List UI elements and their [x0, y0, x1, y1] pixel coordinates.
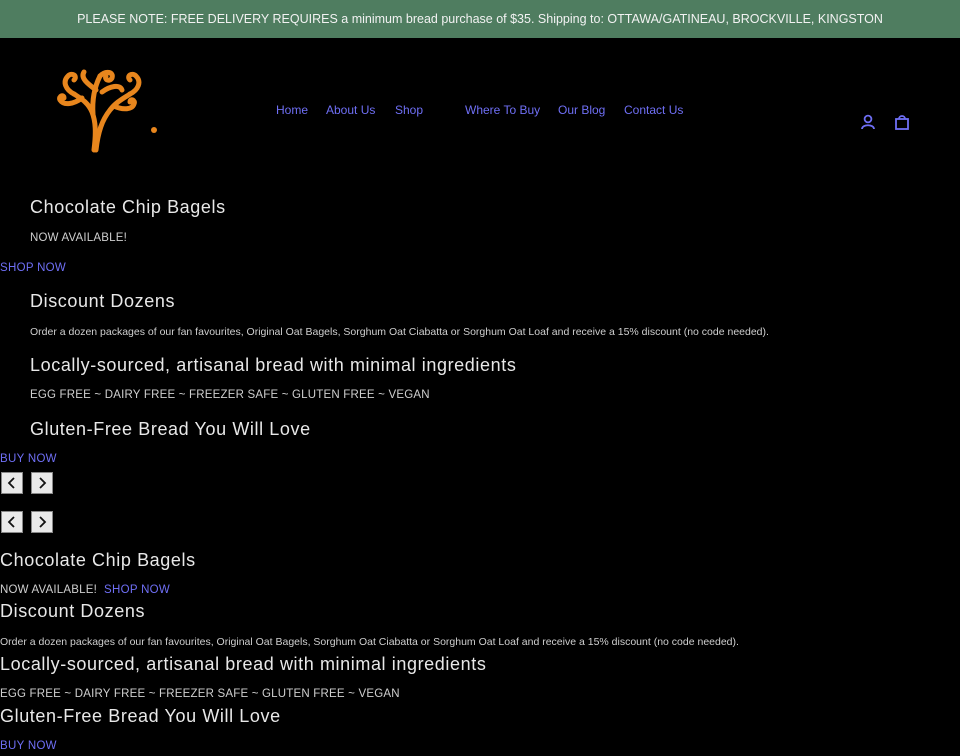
buy-now-button[interactable]: BUY NOW [0, 453, 57, 465]
next-slide-button[interactable] [31, 511, 53, 533]
nav-our-blog[interactable]: Our Blog [558, 103, 605, 117]
slide-subtext: NOW AVAILABLE! [30, 232, 127, 244]
slide-heading: Locally-sourced, artisanal bread with mi… [0, 654, 487, 674]
account-button[interactable] [859, 113, 877, 131]
shop-now-button[interactable]: SHOP NOW [0, 262, 66, 274]
slide-heading: Chocolate Chip Bagels [0, 550, 196, 570]
chevron-right-icon [39, 516, 47, 528]
nav-home[interactable]: Home [276, 103, 308, 117]
slide-subtext: Order a dozen packages of our fan favour… [0, 636, 739, 648]
site-logo[interactable] [52, 64, 164, 154]
announcement-bar: PLEASE NOTE: FREE DELIVERY REQUIRES a mi… [0, 0, 960, 38]
slide-heading: Gluten-Free Bread You Will Love [0, 706, 281, 726]
buy-now-button[interactable]: BUY NOW [0, 740, 57, 752]
chevron-left-icon [7, 477, 15, 489]
cart-button[interactable] [893, 113, 911, 131]
tree-logo [57, 69, 157, 153]
prev-slide-button[interactable] [1, 511, 23, 533]
slide-heading: Chocolate Chip Bagels [30, 197, 226, 217]
slide-subtext: Order a dozen packages of our fan favour… [30, 326, 769, 338]
slide-heading: Discount Dozens [30, 291, 176, 311]
nav-where-to-buy[interactable]: Where To Buy [465, 103, 540, 117]
slide-heading: Locally-sourced, artisanal bread with mi… [30, 355, 517, 375]
slide-heading: Gluten-Free Bread You Will Love [30, 419, 311, 439]
nav-about-us[interactable]: About Us [326, 103, 375, 117]
nav-shop[interactable]: Shop [395, 103, 423, 117]
chevron-right-icon [39, 477, 47, 489]
chevron-left-icon [7, 516, 15, 528]
shop-now-button[interactable]: SHOP NOW [104, 584, 170, 596]
bag-icon [895, 115, 909, 130]
nav-contact-us[interactable]: Contact Us [624, 103, 683, 117]
announcement-text: PLEASE NOTE: FREE DELIVERY REQUIRES a mi… [77, 12, 883, 26]
slide-subtext: EGG FREE ~ DAIRY FREE ~ FREEZER SAFE ~ G… [30, 389, 430, 401]
next-slide-button[interactable] [31, 472, 53, 494]
slide-subtext: NOW AVAILABLE! [0, 584, 97, 596]
user-icon [861, 114, 875, 130]
slide-subtext: EGG FREE ~ DAIRY FREE ~ FREEZER SAFE ~ G… [0, 688, 400, 700]
prev-slide-button[interactable] [1, 472, 23, 494]
slide-heading: Discount Dozens [0, 601, 146, 621]
